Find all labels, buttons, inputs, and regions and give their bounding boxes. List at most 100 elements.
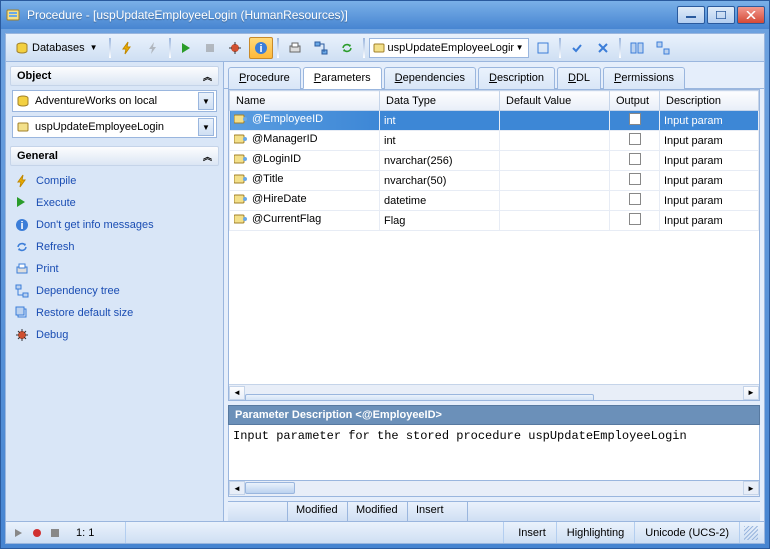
column-header-description[interactable]: Description bbox=[660, 91, 759, 111]
action-print[interactable]: Print bbox=[10, 258, 219, 280]
action-label: Don't get info messages bbox=[36, 219, 154, 231]
action-dependency-tree[interactable]: Dependency tree bbox=[10, 280, 219, 302]
stop-sb-button[interactable] bbox=[48, 526, 62, 540]
tree-icon bbox=[14, 283, 30, 299]
dependency-button[interactable] bbox=[309, 37, 333, 59]
bug-icon bbox=[14, 327, 30, 343]
param-output[interactable] bbox=[610, 191, 660, 211]
param-output[interactable] bbox=[610, 211, 660, 231]
param-desc: Input param bbox=[660, 211, 759, 231]
tabstrip-cell[interactable] bbox=[228, 502, 288, 521]
description-hscroll[interactable]: ◄ ► bbox=[228, 481, 760, 497]
debug-button[interactable] bbox=[223, 37, 247, 59]
object-panel-header[interactable]: Object ︽ bbox=[10, 66, 219, 86]
svg-text:i: i bbox=[259, 43, 262, 55]
action-compile[interactable]: Compile bbox=[10, 170, 219, 192]
cancel-button[interactable] bbox=[591, 37, 615, 59]
param-default bbox=[500, 211, 610, 231]
refresh-button[interactable] bbox=[335, 37, 359, 59]
tool-button-2[interactable] bbox=[625, 37, 649, 59]
grid-body[interactable]: NameData TypeDefault ValueOutputDescript… bbox=[229, 90, 759, 384]
tab-ddl[interactable]: DDL bbox=[557, 67, 601, 89]
scroll-right-button[interactable]: ► bbox=[743, 386, 759, 400]
minimize-button[interactable] bbox=[677, 6, 705, 24]
general-panel-header[interactable]: General ︽ bbox=[10, 146, 219, 166]
tabstrip-cell[interactable]: Insert bbox=[408, 502, 468, 521]
table-row[interactable]: @ManagerIDintInput param bbox=[230, 131, 759, 151]
tab-procedure[interactable]: Procedure bbox=[228, 67, 301, 89]
bolt-icon bbox=[14, 173, 30, 189]
tool-button-1[interactable] bbox=[531, 37, 555, 59]
dropdown-button[interactable]: ▼ bbox=[198, 118, 214, 136]
procedure-selector-side[interactable]: uspUpdateEmployeeLogin ▼ bbox=[12, 116, 217, 138]
column-header-name[interactable]: Name bbox=[230, 91, 380, 111]
compile-button[interactable] bbox=[115, 37, 139, 59]
tab-permissions[interactable]: Permissions bbox=[603, 67, 685, 89]
databases-label: Databases bbox=[32, 42, 85, 54]
table-row[interactable]: @EmployeeIDintInput param bbox=[230, 111, 759, 131]
description-body[interactable]: Input parameter for the stored procedure… bbox=[228, 425, 760, 481]
statusbar: 1: 1 InsertHighlightingUnicode (UCS-2) bbox=[6, 521, 764, 543]
databases-dropdown[interactable]: Databases ▼ bbox=[10, 37, 105, 59]
action-refresh[interactable]: Refresh bbox=[10, 236, 219, 258]
tabstrip-cell[interactable]: Modified bbox=[288, 502, 348, 521]
info-toggle-button[interactable]: i bbox=[249, 37, 273, 59]
action-execute[interactable]: Execute bbox=[10, 192, 219, 214]
param-default bbox=[500, 151, 610, 171]
record-button[interactable] bbox=[30, 526, 44, 540]
param-name: @EmployeeID bbox=[252, 113, 323, 125]
client-area: Databases ▼ i uspUpdateEmployeeLogin ▼ bbox=[5, 33, 765, 544]
column-header-data-type[interactable]: Data Type bbox=[380, 91, 500, 111]
param-type: Flag bbox=[380, 211, 500, 231]
scroll-right-button[interactable]: ► bbox=[743, 481, 759, 495]
description-header: Parameter Description <@EmployeeID> bbox=[228, 405, 760, 425]
param-output[interactable] bbox=[610, 111, 660, 131]
param-name: @HireDate bbox=[252, 193, 307, 205]
param-type: int bbox=[380, 131, 500, 151]
param-name: @LoginID bbox=[252, 153, 301, 165]
procedure-selector-text: uspUpdateEmployeeLogin bbox=[386, 42, 514, 54]
table-row[interactable]: @HireDatedatetimeInput param bbox=[230, 191, 759, 211]
scroll-left-button[interactable]: ◄ bbox=[229, 481, 245, 495]
stop-button[interactable] bbox=[199, 37, 221, 59]
print-button[interactable] bbox=[283, 37, 307, 59]
action-don-t-get-info-messages[interactable]: iDon't get info messages bbox=[10, 214, 219, 236]
tab-description[interactable]: Description bbox=[478, 67, 555, 89]
titlebar[interactable]: Procedure - [uspUpdateEmployeeLogin (Hum… bbox=[1, 1, 769, 29]
dropdown-arrow-icon[interactable]: ▼ bbox=[514, 43, 526, 52]
resize-grip[interactable] bbox=[744, 526, 758, 540]
grid-hscroll[interactable]: ◄ ► bbox=[229, 384, 759, 400]
param-type: nvarchar(50) bbox=[380, 171, 500, 191]
column-header-default-value[interactable]: Default Value bbox=[500, 91, 610, 111]
window: Procedure - [uspUpdateEmployeeLogin (Hum… bbox=[0, 0, 770, 549]
table-row[interactable]: @Titlenvarchar(50)Input param bbox=[230, 171, 759, 191]
close-button[interactable] bbox=[737, 6, 765, 24]
action-debug[interactable]: Debug bbox=[10, 324, 219, 346]
compile-all-button[interactable] bbox=[141, 37, 165, 59]
table-row[interactable]: @LoginIDnvarchar(256)Input param bbox=[230, 151, 759, 171]
tab-parameters[interactable]: Parameters bbox=[303, 67, 382, 89]
collapse-icon: ︽ bbox=[203, 150, 212, 163]
param-output[interactable] bbox=[610, 131, 660, 151]
toolbar: Databases ▼ i uspUpdateEmployeeLogin ▼ bbox=[6, 34, 764, 62]
tool-button-3[interactable] bbox=[651, 37, 675, 59]
param-output[interactable] bbox=[610, 171, 660, 191]
statusbar-cell: Unicode (UCS-2) bbox=[635, 522, 740, 543]
procedure-selector[interactable]: uspUpdateEmployeeLogin ▼ bbox=[369, 38, 529, 58]
tabstrip-cell[interactable]: Modified bbox=[348, 502, 408, 521]
dropdown-button[interactable]: ▼ bbox=[198, 92, 214, 110]
column-header-output[interactable]: Output bbox=[610, 91, 660, 111]
scroll-left-button[interactable]: ◄ bbox=[229, 386, 245, 400]
restore-icon bbox=[14, 305, 30, 321]
tab-dependencies[interactable]: Dependencies bbox=[384, 67, 476, 89]
procedure-icon bbox=[15, 119, 31, 135]
execute-button[interactable] bbox=[175, 37, 197, 59]
param-output[interactable] bbox=[610, 151, 660, 171]
table-row[interactable]: @CurrentFlagFlagInput param bbox=[230, 211, 759, 231]
commit-button[interactable] bbox=[565, 37, 589, 59]
action-restore-default-size[interactable]: Restore default size bbox=[10, 302, 219, 324]
play-button[interactable] bbox=[12, 526, 26, 540]
maximize-button[interactable] bbox=[707, 6, 735, 24]
database-selector[interactable]: AdventureWorks on local ▼ bbox=[12, 90, 217, 112]
param-desc: Input param bbox=[660, 111, 759, 131]
